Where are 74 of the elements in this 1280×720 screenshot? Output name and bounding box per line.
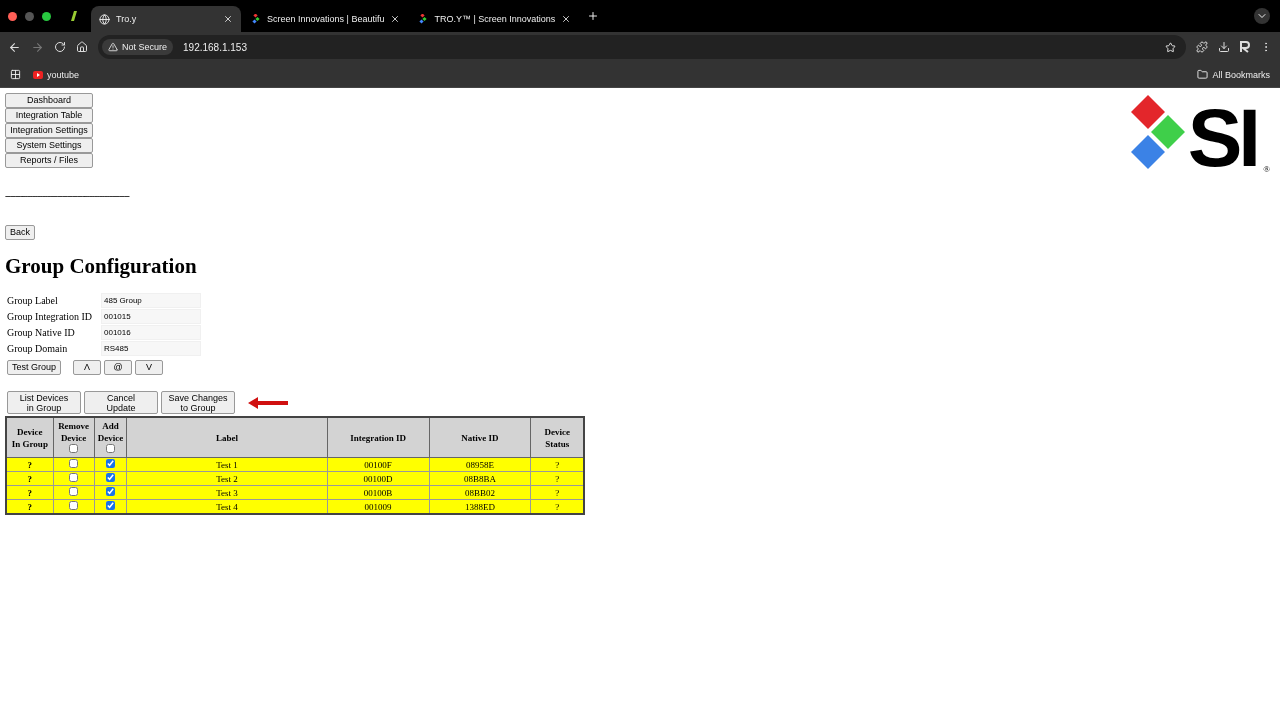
diamond-logo-icon: [251, 14, 261, 24]
column-header: Label: [127, 417, 327, 458]
field-label: Group Domain: [7, 343, 69, 354]
nav-button[interactable]: System Settings: [5, 138, 93, 153]
action-button[interactable]: List Devices in Group: [7, 391, 81, 414]
field-label: Group Integration ID: [7, 311, 93, 322]
logo-text: SI: [1187, 102, 1258, 174]
action-button[interactable]: Save Changes to Group: [161, 391, 235, 414]
globe-icon: [99, 13, 110, 25]
url-text: 192.168.1.153: [183, 41, 247, 53]
nav-button[interactable]: Integration Table: [5, 108, 93, 123]
input-field[interactable]: 485 Group: [101, 293, 201, 308]
checkbox[interactable]: [69, 473, 79, 482]
apps-icon[interactable]: [10, 69, 21, 80]
field-label: Group Native ID: [7, 327, 76, 338]
checkbox[interactable]: [69, 459, 79, 468]
close-icon[interactable]: [223, 14, 233, 24]
warning-icon: [108, 42, 118, 52]
window-close-control[interactable]: [8, 11, 17, 21]
download-icon[interactable]: [1218, 41, 1230, 53]
checkbox[interactable]: [69, 501, 79, 510]
column-header: Add Device: [94, 417, 127, 458]
address-bar[interactable]: Not Secure 192.168.1.153: [98, 35, 1186, 59]
column-header: Device Status: [530, 417, 584, 458]
window-minimize-control[interactable]: [25, 11, 34, 21]
close-icon[interactable]: [390, 14, 401, 24]
action-button[interactable]: Cancel Update: [84, 391, 158, 414]
arrow-icon: [246, 395, 290, 410]
checkbox[interactable]: [69, 443, 79, 453]
browser-tab[interactable]: Screen Innovations | Beautifu: [243, 6, 409, 32]
close-icon[interactable]: [561, 14, 572, 24]
separator-text: --------------------------------------------------: [5, 190, 131, 201]
diamond-logo-icon: [418, 14, 429, 24]
column-header: Native ID: [429, 417, 531, 458]
browser-tab[interactable]: TRO.Y™ | Screen Innovations: [410, 6, 580, 32]
arrow-button[interactable]: V: [135, 360, 164, 375]
puzzle-icon[interactable]: [1196, 41, 1208, 53]
checkbox[interactable]: [106, 487, 115, 496]
folder-icon: [1197, 69, 1209, 80]
arrow-button[interactable]: @: [104, 360, 133, 375]
test-group-button[interactable]: Test Group: [7, 360, 62, 375]
back-button[interactable]: Back: [5, 225, 35, 240]
arrow-button[interactable]: Λ: [73, 360, 102, 375]
input-field[interactable]: 001016: [101, 325, 201, 340]
page-title: Group Configuration: [5, 254, 198, 279]
nav-button[interactable]: Reports / Files: [5, 153, 93, 168]
nav-button[interactable]: Integration Settings: [5, 123, 93, 138]
bookmark[interactable]: youtube: [33, 69, 80, 80]
checkbox[interactable]: [106, 459, 115, 468]
nav-button[interactable]: Dashboard: [5, 93, 93, 108]
registered-mark: ®: [1263, 164, 1270, 174]
star-icon[interactable]: [1165, 41, 1176, 53]
field-label: Group Label: [7, 295, 59, 306]
all-bookmarks-button[interactable]: All Bookmarks: [1197, 69, 1270, 80]
play-icon: [33, 70, 43, 79]
new-tab-icon[interactable]: [587, 10, 600, 22]
checkbox[interactable]: [106, 473, 115, 482]
column-header: Integration ID: [327, 417, 430, 458]
browser-tab[interactable]: Tro.y: [91, 6, 241, 32]
checkbox[interactable]: [69, 487, 79, 496]
input-field[interactable]: RS485: [101, 341, 201, 356]
home-icon[interactable]: [76, 41, 88, 53]
reload-icon[interactable]: [54, 41, 66, 53]
chevron-down-icon[interactable]: [1254, 8, 1270, 24]
forward-arrow-icon[interactable]: [31, 40, 44, 54]
column-header: Device In Group: [6, 417, 54, 458]
checkbox[interactable]: [106, 501, 115, 510]
app-icon[interactable]: [69, 10, 79, 22]
back-arrow-icon[interactable]: [8, 40, 21, 54]
window-zoom-control[interactable]: [42, 11, 51, 21]
input-field[interactable]: 001015: [101, 309, 201, 324]
r-logo-icon[interactable]: [1240, 41, 1250, 53]
checkbox[interactable]: [106, 443, 115, 453]
column-header: Remove Device: [53, 417, 95, 458]
